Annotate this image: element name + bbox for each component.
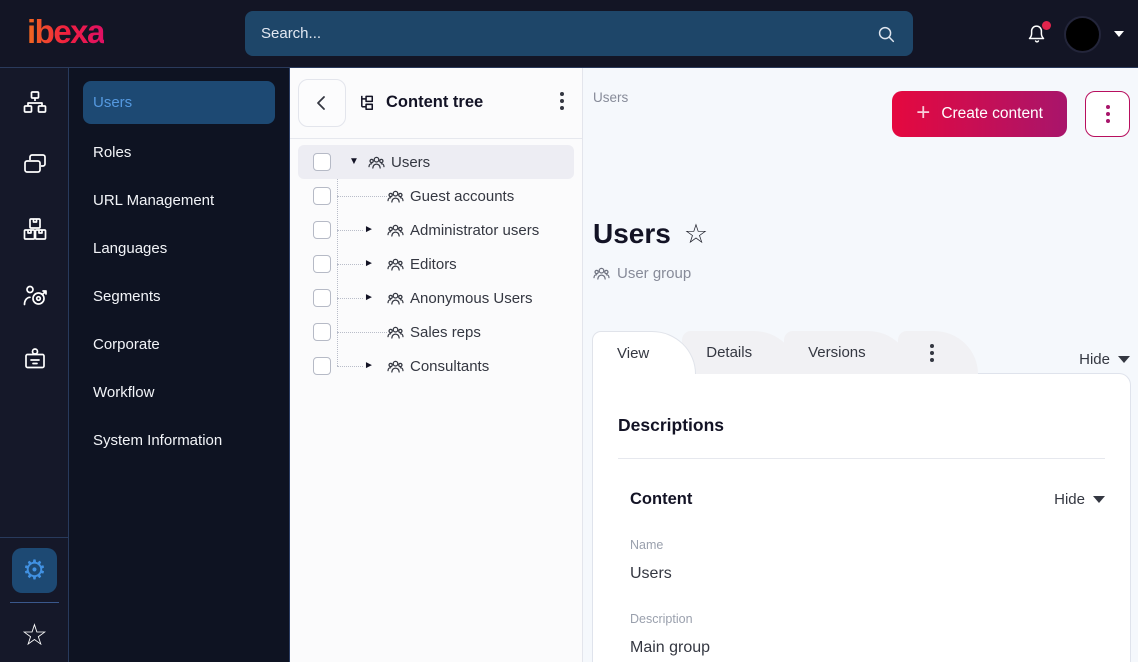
content-actions-kebab-button[interactable] <box>1085 91 1130 137</box>
admin-settings-gear-icon[interactable]: ⚙ <box>12 548 57 593</box>
sidebar-item-roles[interactable]: Roles <box>69 128 289 176</box>
expand-arrow-icon[interactable]: ► <box>363 361 375 371</box>
content-tree-icon <box>361 95 374 111</box>
corporate-badge-icon[interactable] <box>12 336 57 381</box>
descriptions-heading: Descriptions <box>618 415 724 435</box>
view-tab-panel: Descriptions Content Hide Name Users Des… <box>592 373 1131 662</box>
user-group-icon <box>387 256 404 273</box>
tree-checkbox-administrator-users[interactable] <box>313 221 331 239</box>
search-input[interactable] <box>261 25 875 42</box>
notifications-bell-icon[interactable] <box>1025 21 1051 47</box>
tab-versions[interactable]: Versions <box>784 331 912 374</box>
expand-arrow-icon[interactable]: ► <box>363 225 375 235</box>
expand-arrow-icon[interactable]: ► <box>363 259 375 269</box>
search-icon[interactable] <box>875 23 897 45</box>
sidebar-item-languages[interactable]: Languages <box>69 224 289 272</box>
plus-icon: + <box>916 99 931 126</box>
icon-rail: ⚙ ☆ <box>0 68 69 662</box>
tab-bar: View Details Versions <box>592 331 978 374</box>
bookmark-star-icon[interactable]: ☆ <box>684 220 708 248</box>
page-title: Users <box>593 218 671 249</box>
tree-item-consultants[interactable]: ► Consultants <box>298 349 574 383</box>
field-label: Name <box>630 538 664 552</box>
field-value: Users <box>630 565 672 582</box>
hide-content-section-toggle[interactable]: Hide <box>1054 491 1105 508</box>
tree-checkbox-sales-reps[interactable] <box>313 323 331 341</box>
user-group-icon <box>387 324 404 341</box>
content-type-badge: User group <box>593 265 691 282</box>
personalization-target-icon[interactable] <box>12 273 57 318</box>
pages-icon[interactable] <box>12 141 57 186</box>
user-menu-caret-icon[interactable] <box>1114 31 1124 37</box>
tree-checkbox-editors[interactable] <box>313 255 331 273</box>
user-group-icon <box>368 154 385 171</box>
sidebar-item-url-management[interactable]: URL Management <box>69 176 289 224</box>
content-section-heading: Content <box>630 490 693 508</box>
tree-checkbox-users[interactable] <box>313 153 331 171</box>
global-search-bar[interactable] <box>245 11 913 56</box>
tree-item-editors[interactable]: ► Editors <box>298 247 574 281</box>
breadcrumb[interactable]: Users <box>593 90 628 105</box>
caret-down-icon <box>1093 496 1105 503</box>
admin-sidebar: Users Roles URL Management Languages Seg… <box>69 68 290 662</box>
tree-item-users[interactable]: ▼ Users <box>298 145 574 179</box>
collapse-tree-button[interactable] <box>298 79 346 127</box>
collapse-arrow-icon[interactable]: ▼ <box>348 157 360 167</box>
tab-details[interactable]: Details <box>682 331 799 374</box>
content-tree-header: Content tree <box>290 68 582 139</box>
content-tree-title: Content tree <box>358 93 483 112</box>
tab-view[interactable]: View <box>592 331 697 374</box>
content-tree-panel: Content tree ▼ Users Guest accounts ► Ad… <box>290 68 583 662</box>
kebab-icon <box>1102 101 1114 127</box>
bookmarks-star-icon[interactable]: ☆ <box>12 613 57 658</box>
user-group-icon <box>387 188 404 205</box>
user-avatar[interactable] <box>1064 15 1101 53</box>
user-group-icon <box>387 358 404 375</box>
sidebar-item-segments[interactable]: Segments <box>69 272 289 320</box>
sidebar-item-users[interactable]: Users <box>83 81 275 124</box>
user-group-icon <box>387 222 404 239</box>
kebab-icon <box>926 340 938 366</box>
tree-item-anonymous-users[interactable]: ► Anonymous Users <box>298 281 574 315</box>
tree-options-kebab-button[interactable] <box>556 88 568 114</box>
field-label: Description <box>630 612 693 626</box>
product-catalog-icon[interactable] <box>12 206 57 251</box>
tree-item-sales-reps[interactable]: Sales reps <box>298 315 574 349</box>
tree-item-guest-accounts[interactable]: Guest accounts <box>298 179 574 213</box>
content-tree-list: ▼ Users Guest accounts ► Administrator u… <box>290 139 582 383</box>
card-divider <box>618 458 1105 459</box>
sidebar-item-workflow[interactable]: Workflow <box>69 368 289 416</box>
main-content: Users + Create content Users ☆ User grou… <box>583 68 1138 662</box>
tree-item-administrator-users[interactable]: ► Administrator users <box>298 213 574 247</box>
ibexa-logo[interactable]: ibexa <box>27 13 105 51</box>
field-name: Name Users <box>618 538 1105 583</box>
user-group-icon <box>593 265 610 282</box>
rail-divider-2 <box>10 602 59 603</box>
field-description: Description Main group <box>618 612 1105 657</box>
caret-down-icon <box>1118 356 1130 363</box>
topbar: ibexa <box>0 0 1138 68</box>
notification-dot <box>1042 21 1051 30</box>
tree-checkbox-consultants[interactable] <box>313 357 331 375</box>
user-group-icon <box>387 290 404 307</box>
rail-divider <box>0 537 69 538</box>
expand-arrow-icon[interactable]: ► <box>363 293 375 303</box>
sidebar-item-system-information[interactable]: System Information <box>69 416 289 464</box>
tree-checkbox-guest-accounts[interactable] <box>313 187 331 205</box>
content-structure-icon[interactable] <box>12 80 57 125</box>
create-content-button[interactable]: + Create content <box>892 91 1067 137</box>
field-value: Main group <box>630 639 711 656</box>
chevron-left-icon <box>317 96 325 110</box>
tree-checkbox-anonymous-users[interactable] <box>313 289 331 307</box>
sidebar-item-corporate[interactable]: Corporate <box>69 320 289 368</box>
hide-all-toggle[interactable]: Hide <box>1079 351 1130 368</box>
